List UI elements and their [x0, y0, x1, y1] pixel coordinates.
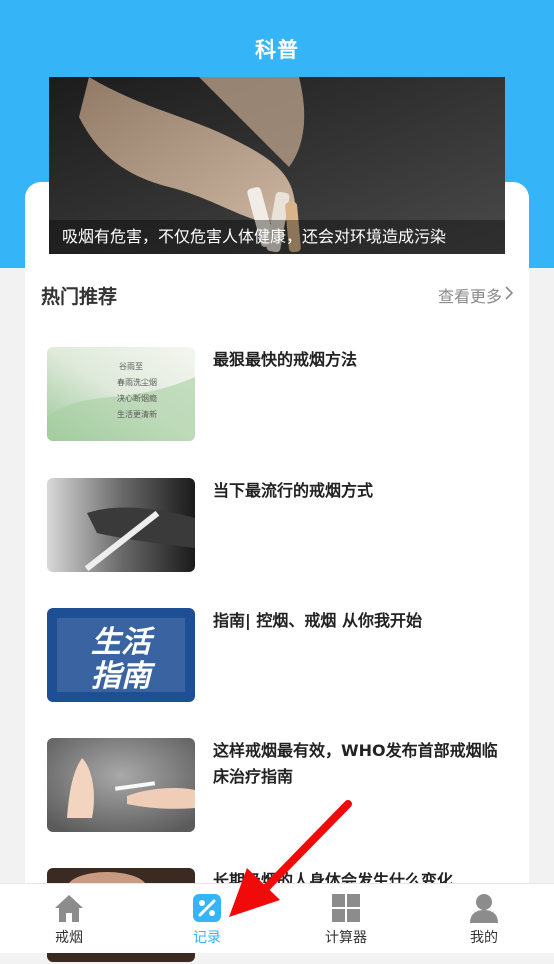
article-thumbnail — [47, 478, 195, 572]
banner-caption: 吸烟有危害，不仅危害人体健康，还会对环境造成污染 — [49, 220, 505, 254]
article-title: 最狠最快的戒烟方法 — [213, 350, 358, 369]
list-item[interactable]: 这样戒烟最有效，WHO发布首部戒烟临床治疗指南 — [47, 738, 517, 834]
person-icon — [470, 894, 498, 923]
tab-label: 我的 — [470, 930, 498, 946]
record-icon — [193, 894, 221, 922]
grid-icon — [332, 894, 360, 922]
article-thumbnail: 生活 指南 — [47, 608, 195, 702]
list-item[interactable]: 生活 指南 指南| 控烟、戒烟 从你我开始 — [47, 608, 517, 704]
article-title: 这样戒烟最有效，WHO发布首部戒烟临床治疗指南 — [213, 741, 498, 786]
see-more-link[interactable]: 查看更多 — [438, 283, 514, 307]
article-title: 当下最流行的戒烟方式 — [213, 481, 374, 500]
tab-calculator[interactable]: 计算器 — [277, 884, 415, 953]
article-thumbnail: 谷雨至 春雨洗尘烟 决心断烟瘾 生活更清新 — [47, 347, 195, 441]
tab-record[interactable]: 记录 — [138, 884, 276, 953]
section-title: 热门推荐 — [41, 286, 118, 308]
thumb-text: 生活 — [91, 625, 156, 660]
tab-quit[interactable]: 戒烟 — [0, 884, 138, 953]
thumb-text: 春雨洗尘烟 — [117, 377, 157, 387]
list-item[interactable]: 谷雨至 春雨洗尘烟 决心断烟瘾 生活更清新 最狠最快的戒烟方法 — [47, 347, 517, 443]
tab-bar: 戒烟 记录 计算器 我的 — [0, 883, 554, 953]
chevron-right-icon — [504, 285, 514, 305]
article-title: 指南| 控烟、戒烟 从你我开始 — [213, 611, 422, 630]
home-icon — [55, 895, 83, 922]
tab-label: 计算器 — [325, 930, 367, 946]
page-title: 科普 — [255, 38, 299, 62]
thumb-text: 指南 — [91, 659, 156, 694]
article-thumbnail — [47, 738, 195, 832]
tab-label: 戒烟 — [55, 930, 83, 946]
banner[interactable]: 吸烟有危害，不仅危害人体健康，还会对环境造成污染 — [49, 77, 505, 254]
see-more-label: 查看更多 — [437, 287, 502, 306]
tab-mine[interactable]: 我的 — [415, 884, 553, 953]
thumb-text: 决心断烟瘾 — [117, 393, 157, 403]
list-item[interactable]: 当下最流行的戒烟方式 — [47, 478, 517, 574]
thumb-text: 谷雨至 — [119, 362, 143, 371]
thumb-text: 生活更清新 — [117, 409, 157, 419]
tab-label: 记录 — [193, 930, 221, 946]
